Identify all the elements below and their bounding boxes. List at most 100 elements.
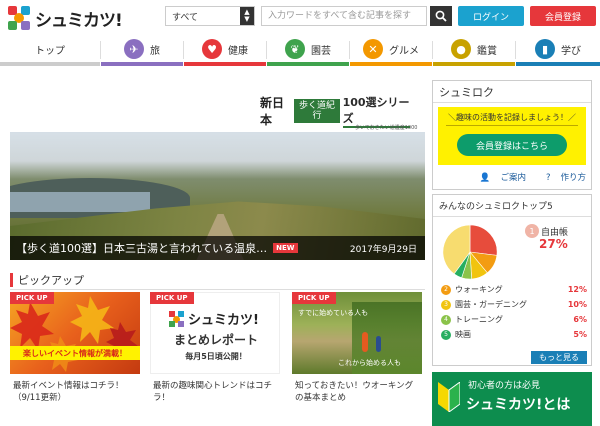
register-button[interactable]: 会員登録 bbox=[530, 6, 596, 26]
nav-label: トップ bbox=[35, 45, 65, 57]
howto-link[interactable]: ? 作り方 bbox=[536, 171, 586, 183]
header: シュミカツ! すべて ▲▼ ログイン 会員登録 bbox=[0, 0, 600, 36]
search-category-select[interactable]: すべて ▲ ▼ bbox=[165, 6, 255, 26]
rank-percent: 12% bbox=[567, 285, 587, 294]
rank-row[interactable]: 2 ウォーキング 12% bbox=[441, 283, 587, 296]
nav-label: グルメ bbox=[389, 45, 419, 57]
pickup-title: ピックアップ bbox=[18, 273, 84, 287]
pickup-card[interactable]: すでに始めている人も これから始める人も PICK UP 知っておきたい！ウオー… bbox=[292, 292, 422, 418]
rank-percent: 5% bbox=[573, 330, 587, 339]
card-text: 最新の趣味関心トレンドはコチラ！ bbox=[153, 381, 273, 403]
top5-pie-chart bbox=[442, 224, 498, 280]
beginner-banner[interactable]: 初心者の方は必見 シュミカツ!とは bbox=[432, 372, 592, 426]
logo-mark-icon bbox=[169, 310, 185, 327]
new-badge: NEW bbox=[273, 243, 298, 253]
rank-row[interactable]: 4 トレーニング 6% bbox=[441, 313, 587, 326]
card-banner: 楽しいイベント情報が満載！ bbox=[10, 346, 140, 360]
member-register-button[interactable]: 会員登録はこちら bbox=[457, 134, 567, 156]
beginner-mark-icon bbox=[438, 382, 460, 412]
rank-name: 園芸・ガーデニング bbox=[455, 300, 527, 309]
heart-icon: ♥ bbox=[202, 39, 222, 59]
nav-label: 学び bbox=[561, 45, 581, 57]
rank-percent: 6% bbox=[573, 315, 587, 324]
nav-label: 鑑賞 bbox=[477, 45, 497, 57]
pickup-card[interactable]: 楽しいイベント情報が満載！ PICK UP 最新イベント情報はコチラ！（9/11… bbox=[10, 292, 140, 418]
card-image: 楽しいイベント情報が満載！ bbox=[10, 292, 140, 374]
card-text: 知っておきたい！ウオーキングの基本まとめ bbox=[295, 381, 414, 403]
rank-number: 2 bbox=[441, 284, 451, 295]
rank-name: 映画 bbox=[455, 330, 471, 339]
pickup-card[interactable]: シュミカツ! まとめレポート 毎月5日頃公開！ PICK UP 最新の趣味関心ト… bbox=[150, 292, 280, 418]
series-title-a: 新日本 bbox=[260, 96, 285, 127]
card-line2: 毎月5日頃公開！ bbox=[185, 352, 247, 361]
nav-label: 旅 bbox=[150, 45, 160, 57]
pickup-badge: PICK UP bbox=[10, 292, 54, 304]
series-title: 新日本 歩く道紀行 100選シリーズ bbox=[260, 96, 410, 128]
person-icon: ● bbox=[451, 39, 471, 59]
logo-text: シュミカツ! bbox=[35, 10, 123, 31]
beginner-line1: 初心者の方は必見 bbox=[468, 381, 541, 391]
nav-item-health[interactable]: ♥ 健康 bbox=[184, 36, 266, 66]
hero-caption[interactable]: 【歩く道100選】日本三古湯と言われている温泉… NEW 2017年9月29日 bbox=[10, 236, 425, 260]
more-button[interactable]: もっと見る bbox=[531, 351, 587, 364]
shumiroku-title: シュミロク bbox=[433, 81, 591, 103]
nav-item-gourmet[interactable]: ✕ グルメ bbox=[350, 36, 432, 66]
nav-label: 園芸 bbox=[311, 45, 331, 57]
pickup-badge: PICK UP bbox=[292, 292, 336, 304]
rank-row[interactable]: 3 園芸・ガーデニング 10% bbox=[441, 298, 587, 311]
search-button[interactable] bbox=[430, 6, 452, 26]
series-title-c: 100選シリーズ bbox=[342, 94, 410, 128]
walker-figure bbox=[376, 336, 381, 352]
pickup-badge: PICK UP bbox=[150, 292, 194, 304]
shumiroku-links: 👤 ご案内 ? 作り方 bbox=[438, 171, 586, 183]
logo-mark-icon bbox=[8, 6, 32, 30]
record-message: ＼趣味の活動を記録しましょう！／ bbox=[446, 112, 578, 126]
rank-row[interactable]: 5 映画 5% bbox=[441, 328, 587, 341]
rank-number: 3 bbox=[441, 299, 451, 310]
hero-date: 2017年9月29日 bbox=[349, 244, 417, 255]
nav-item-learning[interactable]: ▮ 学び bbox=[516, 36, 600, 66]
series-subtitle: 歩いておきたい道遺産1000 bbox=[355, 125, 418, 131]
leaf-icon: ❦ bbox=[285, 39, 305, 59]
shumiroku-box: シュミロク ＼趣味の活動を記録しましょう！／ 会員登録はこちら 👤 ご案内 ? 作り… bbox=[432, 80, 592, 190]
nav-label: 健康 bbox=[228, 45, 248, 57]
pie-slice-1 bbox=[469, 224, 498, 256]
rank-name: ウォーキング bbox=[455, 285, 503, 294]
site-logo[interactable]: シュミカツ! bbox=[8, 5, 123, 31]
person-icon: 👤 bbox=[479, 173, 491, 183]
hero-slide[interactable]: 新日本 歩く道紀行 100選シリーズ 歩いておきたい道遺産1000 【歩く道10… bbox=[10, 80, 425, 260]
nav-item-travel[interactable]: ✈ 旅 bbox=[101, 36, 183, 66]
card-text: 最新イベント情報はコチラ！（9/11更新） bbox=[13, 381, 124, 403]
record-promo: ＼趣味の活動を記録しましょう！／ 会員登録はこちら bbox=[438, 107, 586, 165]
card-image: シュミカツ! まとめレポート 毎月5日頃公開！ bbox=[150, 292, 280, 374]
rank-number: 1 bbox=[525, 224, 539, 238]
card-image: すでに始めている人も これから始める人も bbox=[292, 292, 422, 374]
book-icon: ▮ bbox=[535, 39, 555, 59]
top5-box: みんなのシュミロクトップ5 1 自由帳 27% 2 ウォーキング 12% 3 園… bbox=[432, 194, 592, 366]
rank-number: 5 bbox=[441, 329, 451, 340]
card-logo-text: シュミカツ! bbox=[188, 313, 259, 328]
pickup-section-title: ピックアップ bbox=[10, 270, 425, 290]
card-top-text: すでに始めている人も bbox=[298, 309, 369, 317]
nav-item-appreciation[interactable]: ● 鑑賞 bbox=[433, 36, 515, 66]
guide-link[interactable]: 👤 ご案内 bbox=[470, 171, 526, 183]
top5-title: みんなのシュミロクトップ5 bbox=[433, 195, 591, 217]
nav-item-top[interactable]: トップ bbox=[0, 36, 100, 66]
series-title-b: 歩く道紀行 bbox=[294, 99, 340, 123]
search-icon bbox=[435, 10, 447, 22]
card-line1: まとめレポート bbox=[173, 333, 258, 347]
search-input[interactable] bbox=[261, 6, 427, 26]
rank-name: トレーニング bbox=[455, 315, 503, 324]
question-icon: ? bbox=[545, 173, 551, 183]
search-category-value: すべて bbox=[172, 12, 199, 23]
nav-item-gardening[interactable]: ❦ 園芸 bbox=[267, 36, 349, 66]
login-button[interactable]: ログイン bbox=[458, 6, 524, 26]
beginner-line2: シュミカツ!とは bbox=[466, 397, 571, 413]
rank-percent: 27% bbox=[539, 237, 568, 251]
fork-knife-icon: ✕ bbox=[363, 39, 383, 59]
rank-percent: 10% bbox=[567, 300, 587, 309]
select-arrows-icon: ▲ ▼ bbox=[240, 7, 254, 25]
airplane-icon: ✈ bbox=[124, 39, 144, 59]
category-nav: トップ ✈ 旅 ♥ 健康 ❦ 園芸 ✕ グルメ ● 鑑賞 ▮ 学び bbox=[0, 36, 600, 66]
hero-caption-text: 【歩く道100選】日本三古湯と言われている温泉… bbox=[16, 242, 268, 255]
